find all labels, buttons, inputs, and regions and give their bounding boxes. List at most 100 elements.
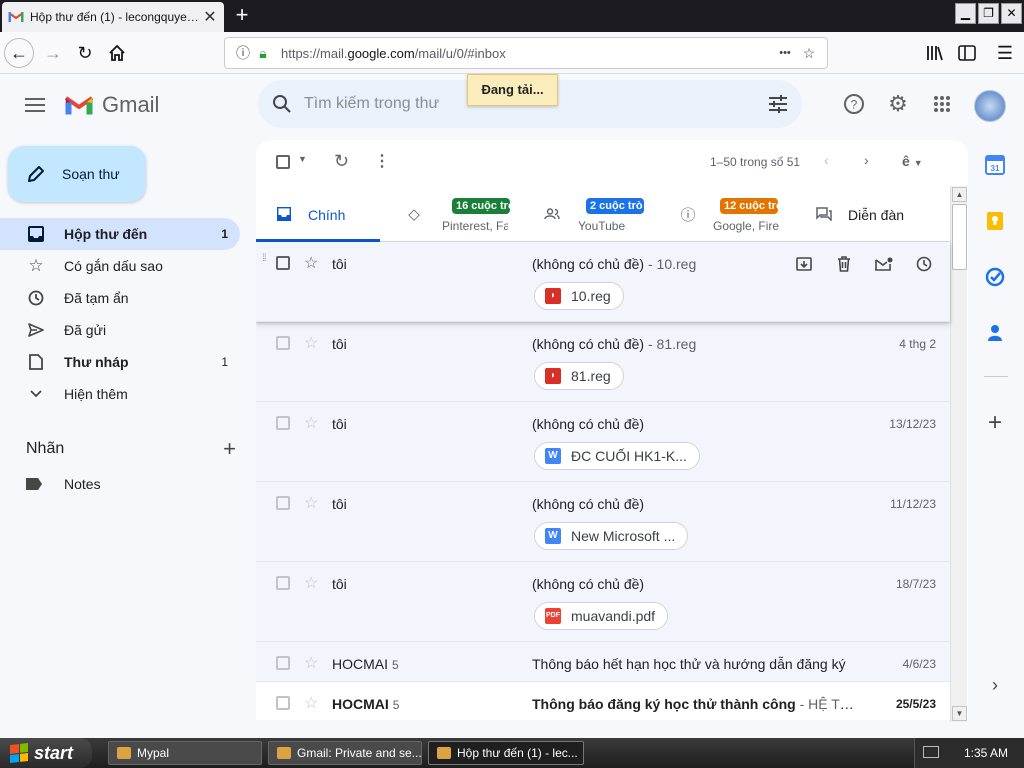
sidebar-label-notes[interactable]: Notes — [26, 476, 101, 492]
add-addon-icon[interactable]: + — [984, 409, 1006, 436]
apps-grid-icon[interactable] — [930, 92, 954, 116]
select-all-checkbox[interactable] — [276, 155, 290, 169]
tasks-icon[interactable] — [984, 266, 1006, 288]
attachment-chip[interactable]: W ĐC CUỐI HK1-K... — [534, 442, 700, 470]
email-row[interactable]: ☆ HOCMAI 5 Thông báo hết hạn học thử và h… — [256, 642, 950, 682]
row-checkbox[interactable] — [276, 256, 290, 270]
drag-handle-icon[interactable]: ⁞⁞ — [262, 254, 266, 264]
account-avatar[interactable] — [974, 90, 1006, 122]
help-icon[interactable]: ? — [842, 92, 866, 116]
scroll-thumb[interactable] — [952, 204, 967, 270]
mail-scrollbar[interactable]: ▲ ▼ — [950, 186, 967, 722]
row-checkbox[interactable] — [276, 696, 290, 710]
row-checkbox[interactable] — [276, 656, 290, 670]
bookmark-star-icon[interactable]: ☆ — [799, 45, 819, 62]
close-window-icon[interactable]: ✕ — [1001, 3, 1022, 24]
restore-icon[interactable]: ❐ — [978, 3, 999, 24]
keep-icon[interactable] — [984, 210, 1006, 232]
more-vert-icon[interactable]: ⋮ — [374, 151, 390, 171]
star-toggle-icon[interactable]: ☆ — [304, 493, 318, 513]
minimize-icon[interactable]: ▁ — [955, 3, 976, 24]
tab-social[interactable]: 2 cuộc trò chuyện mới YouTube — [524, 190, 648, 242]
email-row[interactable]: ☆ tôi (không có chủ đề) 13/12/23 W ĐC CU… — [256, 402, 950, 482]
email-row[interactable]: ☆ tôi (không có chủ đề) 11/12/23 W New M… — [256, 482, 950, 562]
back-icon[interactable]: ← — [4, 38, 34, 68]
row-checkbox[interactable] — [276, 336, 290, 350]
email-row[interactable]: ☆ tôi (không có chủ đề) 18/7/23 PDF muav… — [256, 562, 950, 642]
library-icon[interactable] — [920, 38, 950, 68]
tab-promotions[interactable]: ◇ 16 cuộc trò chuyện mới Pinterest, Face… — [386, 190, 512, 242]
search-options-icon[interactable] — [768, 95, 788, 113]
star-toggle-icon[interactable]: ☆ — [304, 653, 318, 673]
star-toggle-icon[interactable]: ☆ — [304, 573, 318, 593]
attachment-chip[interactable]: ◗ 10.reg — [534, 282, 624, 310]
refresh-icon[interactable]: ↻ — [334, 151, 349, 172]
main-menu-icon[interactable] — [22, 94, 48, 118]
row-checkbox[interactable] — [276, 496, 290, 510]
archive-icon[interactable] — [794, 254, 814, 274]
row-checkbox[interactable] — [276, 416, 290, 430]
close-tab-icon[interactable]: ✕ — [202, 7, 218, 27]
start-button[interactable]: start — [0, 738, 92, 768]
taskbar-item-inbox[interactable]: Hộp thư đến (1) - lec... — [428, 741, 584, 765]
sidebar-item-drafts[interactable]: Thư nháp 1 — [0, 346, 240, 378]
star-toggle-icon[interactable]: ☆ — [304, 333, 318, 353]
star-toggle-icon[interactable]: ☆ — [304, 413, 318, 433]
sidebar-toggle-icon[interactable] — [952, 38, 982, 68]
sidebar-item-inbox[interactable]: Hộp thư đến 1 — [0, 218, 240, 250]
tab-primary[interactable]: Chính — [256, 190, 380, 242]
menu-icon[interactable]: ☰ — [990, 38, 1020, 68]
home-icon[interactable] — [102, 38, 132, 68]
scroll-down-icon[interactable]: ▼ — [952, 706, 967, 721]
reg-file-icon: ◗ — [545, 368, 561, 384]
taskbar-item-mypal[interactable]: Mypal — [108, 741, 262, 765]
info-icon[interactable]: ⓘ — [233, 43, 253, 63]
email-subject: (không có chủ đề) — [532, 416, 645, 432]
expand-panel-icon[interactable]: › — [984, 674, 1006, 696]
settings-gear-icon[interactable]: ⚙ — [886, 91, 910, 116]
compose-button[interactable]: Soạn thư — [8, 146, 146, 202]
page-actions-icon[interactable]: ••• — [771, 47, 799, 59]
calendar-icon[interactable]: 31 — [984, 154, 1006, 176]
browser-tab-gmail[interactable]: Hộp thư đến (1) - lecongquyen666 ✕ — [2, 2, 224, 32]
sidebar-item-sent[interactable]: Đã gửi — [0, 314, 240, 346]
email-row[interactable]: ☆ tôi (không có chủ đề) - 81.reg 4 thg 2… — [256, 322, 950, 402]
sidebar-item-starred[interactable]: ☆ Có gắn dấu sao — [0, 250, 240, 282]
input-tools-icon[interactable]: ê ▼ — [902, 153, 923, 169]
lock-icon[interactable]: 🔒︎ — [253, 45, 273, 62]
new-tab-button[interactable]: + — [230, 4, 254, 28]
sidebar-item-more[interactable]: Hiện thêm — [0, 378, 240, 410]
mark-unread-icon[interactable] — [874, 254, 894, 274]
keyboard-icon[interactable] — [923, 746, 939, 758]
scroll-up-icon[interactable]: ▲ — [952, 187, 967, 202]
next-page-icon[interactable]: › — [864, 152, 869, 168]
labels-header: Nhãn + — [26, 436, 236, 462]
attachment-chip[interactable]: W New Microsoft ... — [534, 522, 689, 550]
attachment-chip[interactable]: PDF muavandi.pdf — [534, 602, 669, 630]
gmail-logo[interactable]: Gmail — [64, 92, 159, 118]
prev-page-icon[interactable]: ‹ — [824, 152, 829, 168]
snooze-clock-icon[interactable] — [914, 254, 934, 274]
email-row[interactable]: ☆ HOCMAI 5 Thông báo đăng ký học thử thàn… — [256, 682, 950, 720]
tab-forums[interactable]: Diễn đàn — [796, 190, 946, 242]
label-tag-icon — [26, 478, 42, 490]
star-toggle-icon[interactable]: ☆ — [304, 693, 318, 713]
select-dropdown-icon[interactable]: ▼ — [298, 154, 307, 164]
sidebar-item-snoozed[interactable]: Đã tạm ẩn — [0, 282, 240, 314]
contacts-icon[interactable] — [984, 322, 1006, 344]
tab-updates[interactable]: ⓘ 12 cuộc trò chuyện mới Google, Firefox — [660, 190, 786, 242]
add-label-icon[interactable]: + — [223, 436, 236, 462]
email-row[interactable]: ⁞⁞ ☆ tôi (không có chủ đề) - 10.reg ◗ 10… — [256, 242, 950, 322]
reload-icon[interactable]: ↻ — [70, 38, 100, 68]
url-text[interactable]: https://mail.google.com/mail/u/0/#inbox — [281, 46, 771, 61]
attachment-chip[interactable]: ◗ 81.reg — [534, 362, 624, 390]
taskbar-item-gmail[interactable]: Gmail: Private and se... — [268, 741, 422, 765]
search-icon[interactable] — [272, 94, 292, 114]
forward-icon[interactable]: → — [38, 38, 68, 68]
inbox-tab-icon — [276, 206, 292, 222]
thread-count: 5 — [392, 658, 399, 672]
star-toggle-icon[interactable]: ☆ — [304, 253, 318, 273]
row-checkbox[interactable] — [276, 576, 290, 590]
delete-trash-icon[interactable] — [834, 254, 854, 274]
url-bar[interactable]: ⓘ 🔒︎ https://mail.google.com/mail/u/0/#i… — [224, 37, 828, 69]
